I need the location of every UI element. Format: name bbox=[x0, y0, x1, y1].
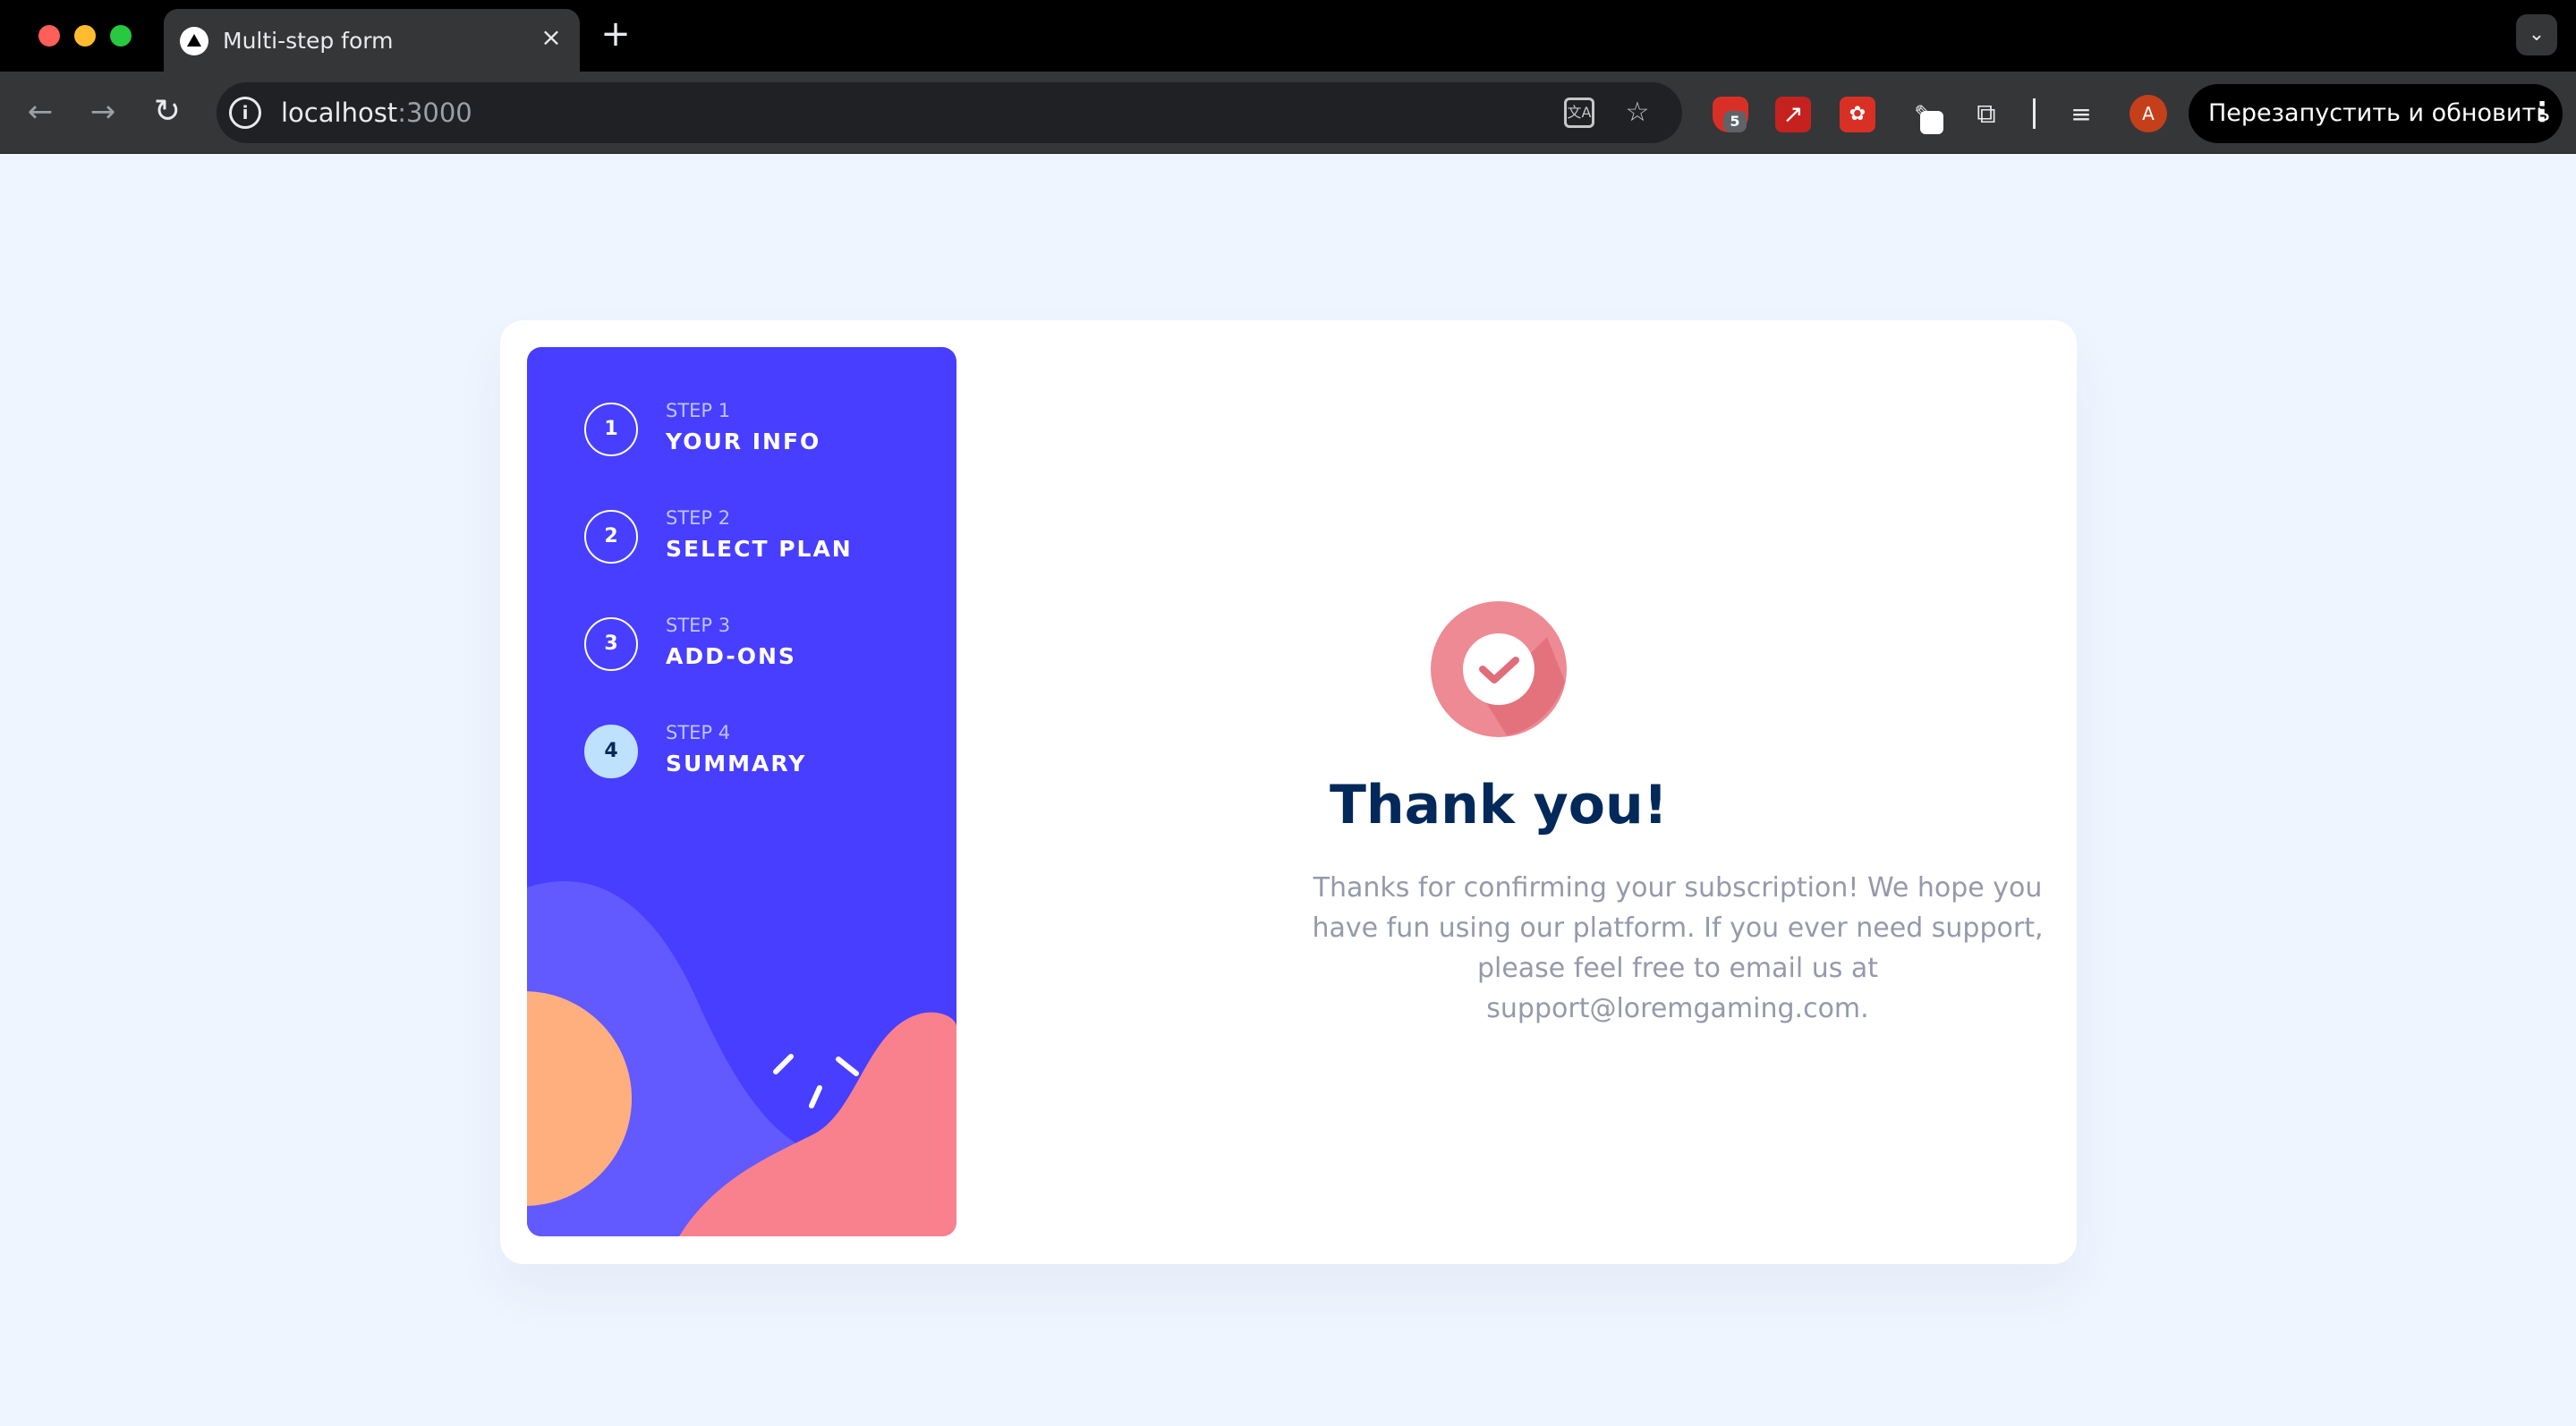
step-item-4: 4 STEP 4 SUMMARY bbox=[584, 719, 924, 791]
extension-pen-badge-icon bbox=[1920, 111, 1943, 134]
minimize-window-button[interactable] bbox=[74, 25, 96, 47]
bookmark-star-icon[interactable]: ☆ bbox=[1620, 95, 1655, 131]
step-title-3: ADD-ONS bbox=[666, 643, 796, 669]
more-menu-icon[interactable]: ⋮ bbox=[2529, 95, 2555, 131]
step-number-1: 1 bbox=[584, 403, 638, 456]
step-title-2: SELECT PLAN bbox=[666, 536, 853, 562]
profile-avatar[interactable]: A bbox=[2130, 95, 2167, 132]
url-port: :3000 bbox=[397, 98, 472, 128]
site-info-icon[interactable]: i bbox=[229, 97, 261, 129]
step-title-1: YOUR INFO bbox=[666, 429, 821, 454]
url-host: localhost bbox=[281, 98, 398, 128]
translate-icon[interactable]: 文A bbox=[1564, 98, 1594, 128]
address-bar[interactable]: i localhost:3000 文A ☆ bbox=[217, 82, 1682, 143]
extension-badge: 5 bbox=[1723, 111, 1747, 132]
thank-you-heading: Thank you! bbox=[1329, 774, 1669, 836]
toolbar-divider bbox=[2033, 98, 2036, 129]
new-tab-button[interactable]: + bbox=[598, 14, 633, 54]
step-label-2: STEP 2 bbox=[666, 507, 731, 529]
back-arrow-icon[interactable]: ← bbox=[20, 91, 61, 132]
step-title-4: SUMMARY bbox=[666, 751, 807, 777]
step-label-1: STEP 1 bbox=[666, 400, 731, 421]
step-number-4: 4 bbox=[584, 725, 638, 778]
checkmark-success-icon bbox=[1431, 601, 1567, 737]
steps-sidebar: 1 STEP 1 YOUR INFO 2 STEP 2 SELECT PLAN … bbox=[527, 347, 956, 1236]
tab-title: Multi-step form bbox=[223, 28, 394, 54]
extensions-puzzle-icon[interactable]: ⧉ bbox=[1968, 97, 2004, 132]
tab-search-button[interactable]: ⌄ bbox=[2516, 14, 2557, 55]
forward-arrow-icon[interactable]: → bbox=[82, 91, 123, 132]
sidebar-background-art bbox=[527, 881, 956, 1236]
close-window-button[interactable] bbox=[38, 25, 60, 47]
step-number-3: 3 bbox=[584, 617, 638, 671]
tab-close-icon[interactable]: × bbox=[535, 21, 567, 54]
step-item-2: 2 STEP 2 SELECT PLAN bbox=[584, 505, 924, 576]
url-text[interactable]: localhost:3000 bbox=[281, 97, 472, 129]
nextjs-favicon-icon bbox=[180, 27, 208, 55]
step-item-3: 3 STEP 3 ADD-ONS bbox=[584, 612, 924, 683]
browser-tab[interactable]: Multi-step form × bbox=[164, 9, 580, 72]
reload-icon[interactable]: ↻ bbox=[147, 91, 188, 132]
browser-tab-strip: Multi-step form × + ⌄ bbox=[0, 0, 2576, 72]
confirmation-panel: Thank you! Thanks for confirming your su… bbox=[956, 320, 2077, 1264]
step-number-2: 2 bbox=[584, 510, 638, 564]
step-label-4: STEP 4 bbox=[666, 722, 731, 743]
media-control-icon[interactable]: ≡ bbox=[2063, 97, 2099, 132]
step-label-3: STEP 3 bbox=[666, 615, 731, 636]
extension-gift-icon[interactable]: ✿ bbox=[1840, 97, 1875, 132]
step-item-1: 1 STEP 1 YOUR INFO bbox=[584, 397, 924, 469]
relaunch-update-button[interactable]: Перезапустить и обновить ⋮ bbox=[2189, 84, 2563, 143]
form-card: 1 STEP 1 YOUR INFO 2 STEP 2 SELECT PLAN … bbox=[500, 320, 2077, 1264]
relaunch-update-label: Перезапустить и обновить bbox=[2208, 99, 2551, 127]
extension-arrow-icon[interactable]: ↗ bbox=[1775, 97, 1811, 132]
confirmation-message: Thanks for confirming your subscription!… bbox=[1312, 872, 2044, 1024]
maximize-window-button[interactable] bbox=[110, 25, 132, 47]
